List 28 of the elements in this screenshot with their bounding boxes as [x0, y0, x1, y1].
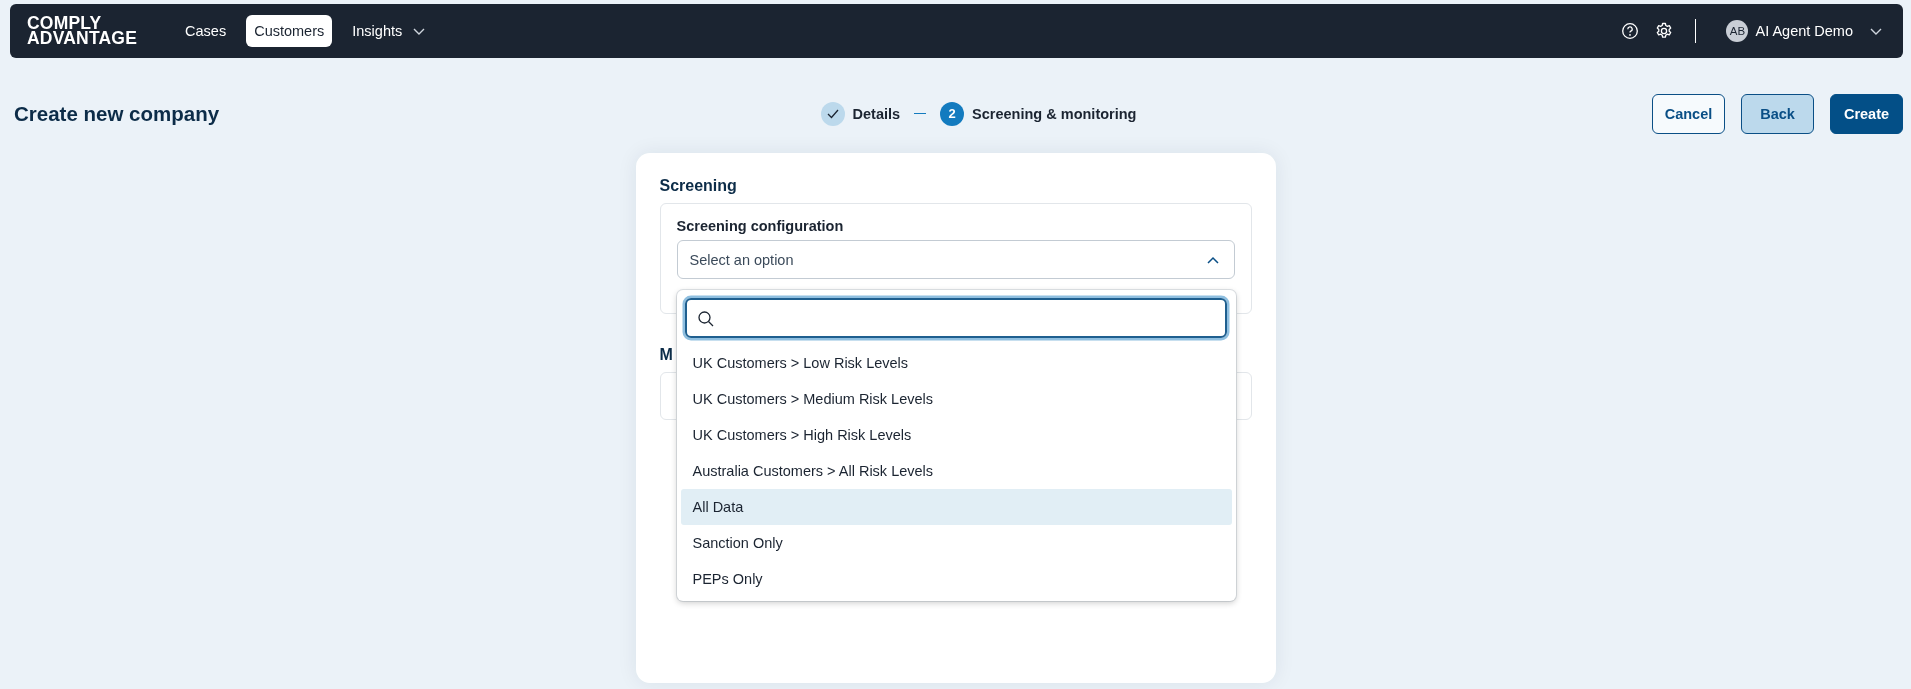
action-button[interactable]: Cancel	[1652, 93, 1725, 134]
section-heading: Screening	[659, 177, 737, 195]
step-label: Details	[852, 105, 901, 122]
action-button[interactable]: Back	[1741, 93, 1814, 134]
dropdown-option[interactable]: Sanction Only	[680, 525, 1232, 561]
nav-tab[interactable]: Insights	[344, 15, 435, 47]
section-heading: M	[659, 346, 673, 364]
dropdown-option[interactable]: PEPs Only	[680, 561, 1232, 597]
help-icon[interactable]	[1621, 22, 1640, 40]
step-label: Screening & monitoring	[972, 105, 1137, 122]
dropdown-option[interactable]: Australia Customers > All Risk Levels	[680, 453, 1232, 489]
dropdown-option[interactable]: All Data	[680, 489, 1232, 525]
dropdown-option[interactable]: UK Customers > Medium Risk Levels	[680, 381, 1232, 417]
select-field[interactable]: Select an option	[676, 240, 1235, 279]
field-label: Screening configuration	[676, 218, 845, 234]
search-field[interactable]	[684, 298, 1227, 338]
logo: COMPLY ADVANTAGE	[27, 16, 138, 46]
user-avatar[interactable]: AB	[1726, 20, 1749, 42]
step-number: 2	[940, 101, 965, 126]
page-title: Create new company	[14, 101, 221, 126]
dropdown-option[interactable]: UK Customers > Low Risk Levels	[680, 345, 1232, 381]
nav-tab[interactable]: Cases	[177, 15, 235, 47]
dropdown-option[interactable]: UK Customers > High Risk Levels	[680, 417, 1232, 453]
user-name[interactable]: AI Agent Demo	[1755, 23, 1853, 39]
search-icon	[696, 309, 714, 327]
settings-icon[interactable]	[1655, 22, 1674, 40]
create-button[interactable]: Create	[1830, 93, 1903, 134]
nav-tab[interactable]: Customers	[246, 15, 333, 47]
